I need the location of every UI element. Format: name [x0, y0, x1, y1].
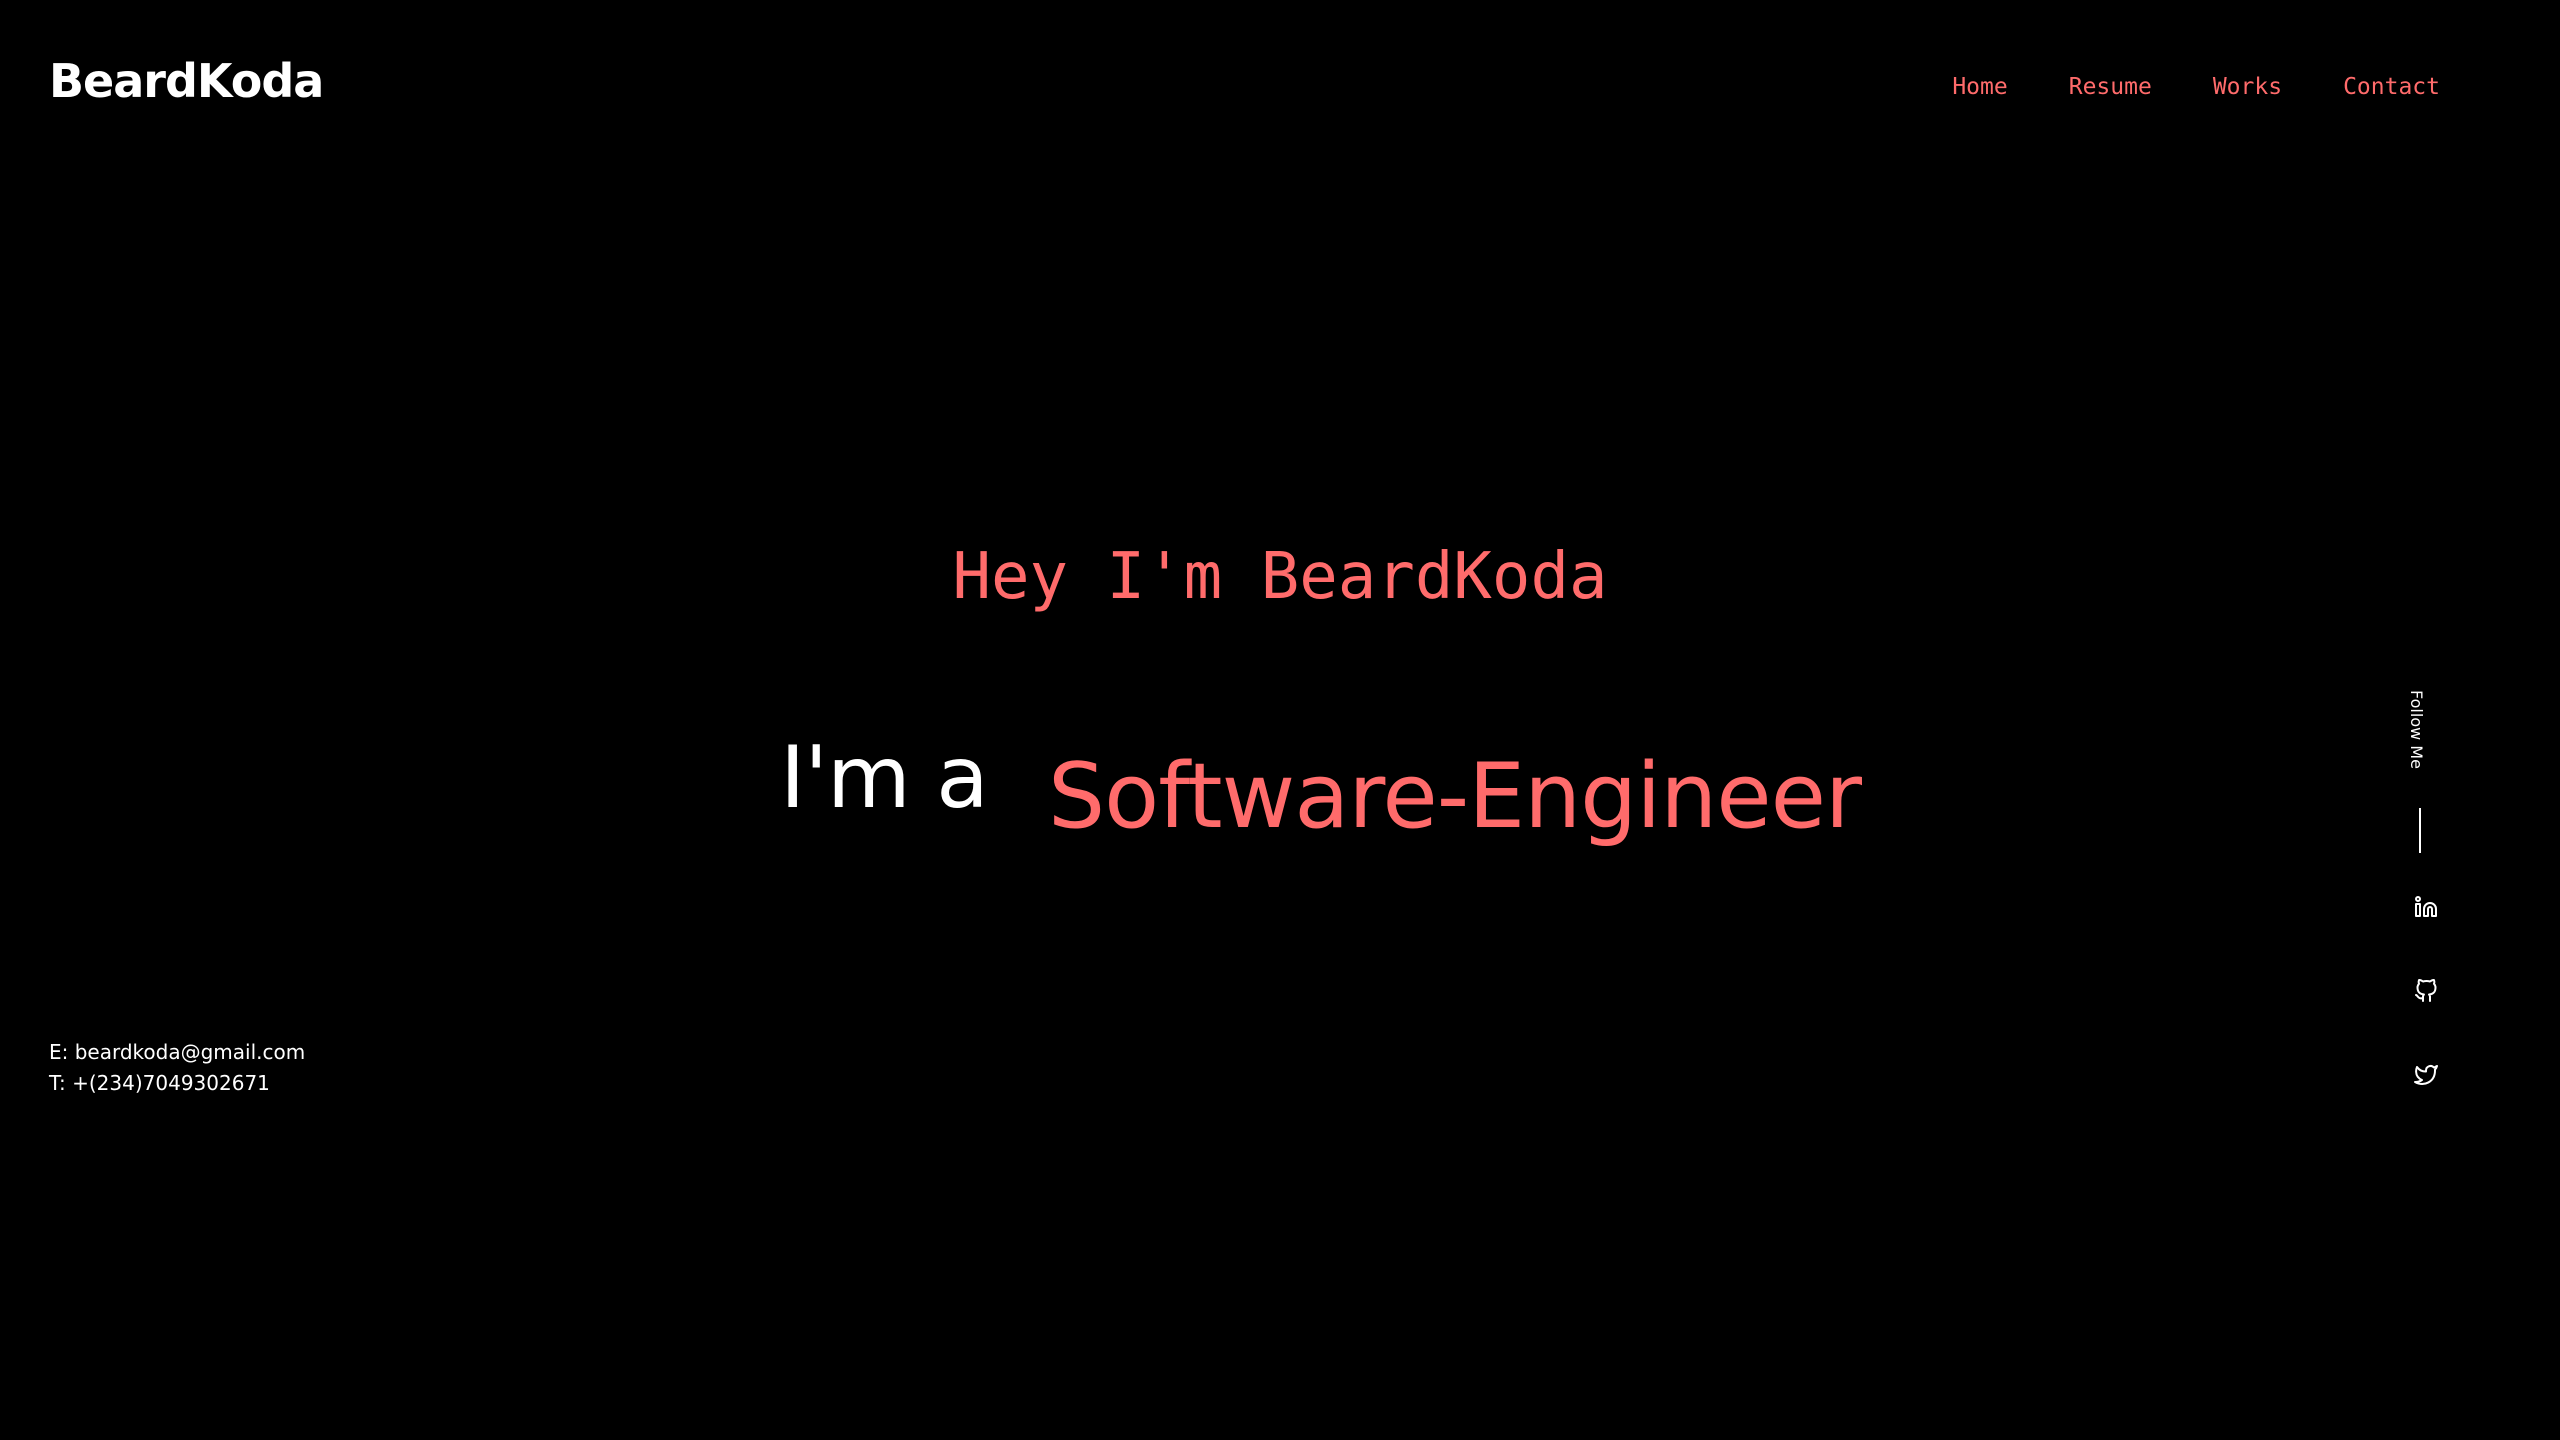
github-icon[interactable] [2412, 977, 2440, 1005]
twitter-icon[interactable] [2412, 1061, 2440, 1089]
hero-greeting: Hey I'm BeardKoda [952, 540, 1608, 614]
hero-intro: I'm a [780, 728, 989, 828]
follow-divider [2419, 808, 2421, 853]
contact-info: E: beardkoda@gmail.com T: +(234)70493026… [49, 1037, 305, 1099]
linkedin-icon[interactable] [2412, 893, 2440, 921]
contact-email: E: beardkoda@gmail.com [49, 1040, 306, 1064]
main-nav: Home Resume Works Contact [1952, 76, 2440, 99]
nav-resume-link[interactable]: Resume [2069, 76, 2152, 99]
nav-contact-link[interactable]: Contact [2343, 76, 2440, 99]
brand-logo[interactable]: BeardKoda [49, 58, 324, 104]
nav-home-link[interactable]: Home [1952, 76, 2007, 99]
nav-works-link[interactable]: Works [2213, 76, 2282, 99]
contact-phone: T: +(234)7049302671 [49, 1071, 270, 1095]
follow-me-label: Follow Me [2407, 690, 2426, 769]
hero-role: Software-Engineer [1048, 744, 1862, 849]
